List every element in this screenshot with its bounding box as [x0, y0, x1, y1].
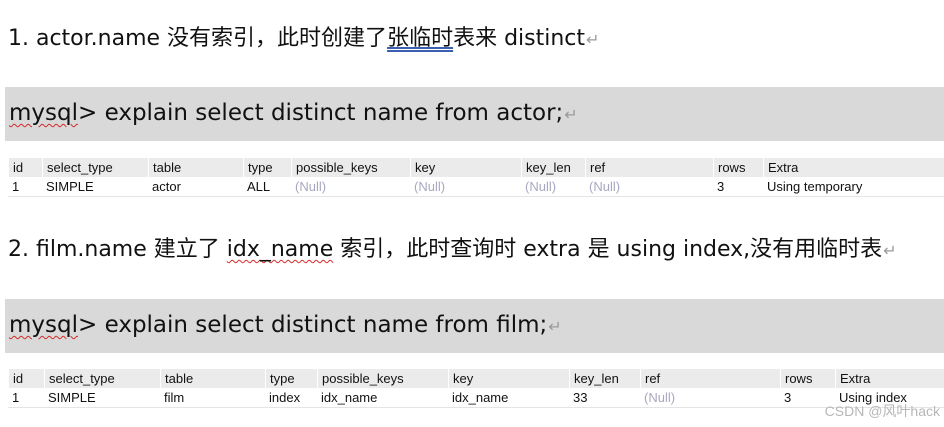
section-1-heading: 1. actor.name 没有索引，此时创建了张临时表来 distinct↵: [8, 25, 599, 54]
paragraph-mark-icon: ↵: [883, 241, 897, 260]
section-1-text: 1. actor.name 没有索引，此时创建了: [8, 26, 388, 51]
column-header-type: type: [243, 158, 273, 177]
column-header-key-len: key_len: [521, 158, 571, 177]
cell-ref: (Null): [589, 179, 621, 194]
section-2-heading: 2. film.name 建立了 idx_name 索引，此时查询时 extra…: [8, 236, 897, 265]
cell-possible-keys: (Null): [295, 179, 327, 194]
section-1-underlined-text: 张临时: [387, 26, 454, 51]
command-2-text: mysql> explain select distinct name from…: [9, 310, 562, 342]
paragraph-mark-icon: ↵: [564, 105, 578, 124]
cell-table: film: [164, 390, 185, 405]
section-2-text-end: 索引，此时查询时 extra 是 using index,没有用临时表: [333, 237, 883, 262]
column-header-key: key: [410, 158, 435, 177]
cell-key: (Null): [414, 179, 446, 194]
column-header-type: type: [265, 369, 295, 388]
section-2-text: 2. film.name 建立了: [8, 237, 227, 262]
table-header: id select_type table type possible_keys …: [8, 369, 944, 388]
column-header-possible-keys: possible_keys: [317, 369, 404, 388]
paragraph-mark-icon: ↵: [548, 317, 562, 336]
cell-select-type: SIMPLE: [46, 179, 94, 194]
column-header-select-type: select_type: [42, 158, 113, 177]
result-table-2: id select_type table type possible_keys …: [8, 369, 944, 408]
cell-type: ALL: [247, 179, 271, 194]
watermark: CSDN @风叶hack: [824, 403, 940, 419]
column-header-ref: ref: [585, 158, 605, 177]
column-header-key: key: [448, 369, 473, 388]
column-header-table: table: [148, 158, 181, 177]
cell-rows: 3: [784, 390, 792, 405]
cell-id: 1: [12, 390, 20, 405]
command-2-block: mysql> explain select distinct name from…: [5, 299, 944, 353]
section-2-underlined-text: idx_name: [226, 237, 334, 262]
cell-rows: 3: [717, 179, 725, 194]
cell-select-type: SIMPLE: [48, 390, 96, 405]
column-header-key-len: key_len: [569, 369, 619, 388]
cell-extra: Using temporary: [767, 179, 863, 194]
column-header-extra: Extra: [835, 369, 870, 388]
section-1-text-end: 表来 distinct: [453, 26, 586, 51]
command-1-block: mysql> explain select distinct name from…: [5, 87, 944, 141]
column-header-rows: rows: [780, 369, 812, 388]
column-header-id: id: [8, 158, 23, 177]
command-1-mysql: mysql: [9, 100, 78, 126]
command-2-mysql: mysql: [9, 312, 78, 338]
cell-key-len: (Null): [525, 179, 557, 194]
column-header-select-type: select_type: [44, 369, 115, 388]
command-2-query: > explain select distinct name from film…: [78, 312, 548, 338]
result-table-1: id select_type table type possible_keys …: [8, 158, 944, 197]
column-header-extra: Extra: [763, 158, 798, 177]
command-1-text: mysql> explain select distinct name from…: [9, 98, 578, 130]
cell-key-len: 33: [573, 390, 588, 405]
table-row: 1 SIMPLE actor ALL (Null) (Null) (Null) …: [8, 177, 944, 197]
command-1-query: > explain select distinct name from acto…: [78, 100, 564, 126]
column-header-table: table: [160, 369, 193, 388]
column-header-id: id: [8, 369, 23, 388]
cell-possible-keys: idx_name: [321, 390, 378, 405]
column-header-ref: ref: [640, 369, 660, 388]
column-header-rows: rows: [713, 158, 745, 177]
column-header-possible-keys: possible_keys: [291, 158, 378, 177]
table-header: id select_type table type possible_keys …: [8, 158, 944, 177]
cell-table: actor: [152, 179, 181, 194]
table-row: 1 SIMPLE film index idx_name idx_name 33…: [8, 388, 944, 408]
cell-key: idx_name: [452, 390, 509, 405]
cell-ref: (Null): [644, 390, 676, 405]
cell-id: 1: [12, 179, 20, 194]
paragraph-mark-icon: ↵: [586, 30, 600, 49]
cell-type: index: [269, 390, 301, 405]
